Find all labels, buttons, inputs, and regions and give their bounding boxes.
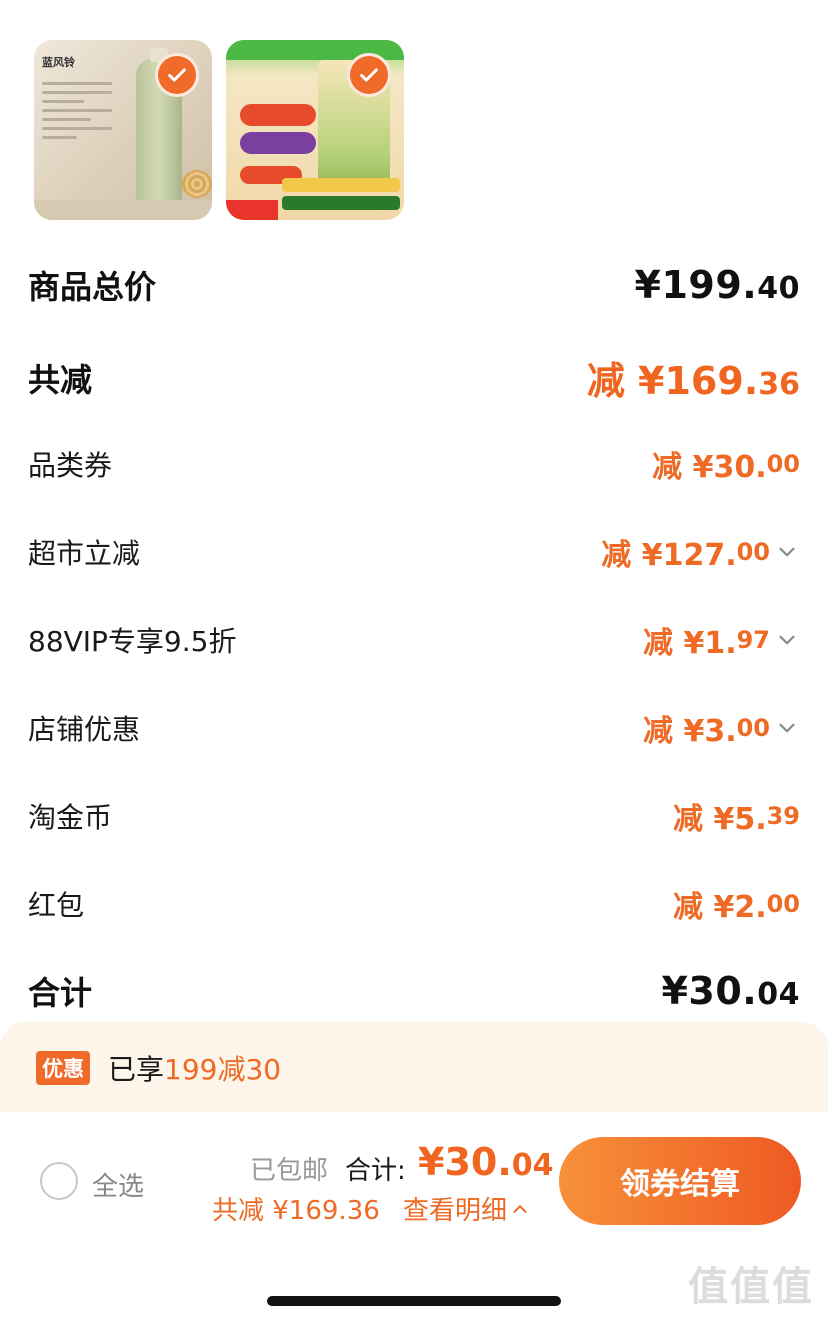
goods-total-value: ¥199.40 — [634, 263, 800, 307]
discount-row: 淘金币 减 ¥5. 39 — [28, 794, 800, 838]
discount-label: 店铺优惠 — [28, 713, 141, 746]
chevron-up-icon — [513, 1204, 527, 1213]
watermark-logo: 值值值 — [688, 1264, 814, 1310]
discount-row[interactable]: 店铺优惠 减 ¥3. 00 — [28, 706, 800, 750]
promo-strip-image — [282, 196, 400, 210]
discount-value: 减 ¥2. 00 — [673, 890, 800, 925]
checkmark-icon[interactable] — [347, 53, 391, 97]
product-brand: 蓝风铃 — [42, 56, 75, 69]
discount-row[interactable]: 88VIP专享9.5折 减 ¥1. 97 — [28, 618, 800, 662]
grand-total-row: 合计 ¥30.04 — [28, 968, 800, 1014]
discount-label: 淘金币 — [28, 801, 113, 834]
select-all-label[interactable]: 全选 — [92, 1166, 144, 1203]
goods-total-label: 商品总价 — [28, 268, 157, 306]
grand-total-value: ¥30.04 — [661, 969, 800, 1013]
home-indicator[interactable] — [267, 1296, 561, 1306]
promo-pill-image — [240, 104, 316, 126]
product-description-lines — [42, 76, 112, 145]
discount-label: 品类券 — [28, 449, 113, 482]
discount-value: 减 ¥5. 39 — [673, 802, 800, 837]
chevron-down-icon[interactable] — [774, 715, 800, 741]
bottom-checkout-bar: 全选 已包邮 合计: ¥30.04 共减 ¥169.36 查看明细 领券结算 值… — [0, 1112, 828, 1324]
shelf-image — [34, 200, 212, 220]
chevron-down-icon[interactable] — [774, 539, 800, 565]
saved-amount: 共减 ¥169.36 — [212, 1196, 380, 1226]
total-reduction-row: 共减 减 ¥169.36 — [28, 350, 800, 405]
product-thumbnail[interactable] — [226, 40, 404, 220]
discount-value: 减 ¥3. 00 — [643, 706, 800, 750]
discount-row: 红包 减 ¥2. 00 — [28, 882, 800, 926]
discount-value: 减 ¥127. 00 — [601, 530, 800, 574]
promo-pill-image — [240, 132, 316, 154]
total-reduction-label: 共减 — [28, 360, 93, 399]
goods-total-row: 商品总价 ¥199.40 — [28, 262, 800, 308]
chevron-down-icon[interactable] — [774, 627, 800, 653]
grand-total-label: 合计 — [28, 974, 93, 1012]
checkout-button[interactable]: 领券结算 — [559, 1137, 801, 1225]
select-all-radio[interactable] — [40, 1162, 78, 1200]
discount-label: 红包 — [28, 889, 85, 922]
discount-label: 88VIP专享9.5折 — [28, 625, 237, 658]
promo-banner: 优惠 已享199减30 — [0, 1022, 828, 1112]
total-reduction-value: 减 ¥169.36 — [586, 359, 800, 403]
discount-row: 品类券 减 ¥30. 00 — [28, 442, 800, 486]
bottom-total-value: ¥30.04 — [418, 1140, 554, 1184]
discount-value: 减 ¥1. 97 — [643, 618, 800, 662]
discount-value: 减 ¥30. 00 — [652, 450, 800, 485]
discount-label: 超市立减 — [28, 537, 141, 570]
discount-row[interactable]: 超市立减 减 ¥127. 00 — [28, 530, 800, 574]
checkmark-icon[interactable] — [155, 53, 199, 97]
shipping-status: 已包邮 — [250, 1156, 329, 1186]
promo-tag: 优惠 — [36, 1051, 90, 1085]
view-details-link[interactable]: 查看明细 — [403, 1190, 531, 1227]
promo-strip-image — [282, 178, 400, 192]
product-thumbnail[interactable]: 蓝风铃 — [34, 40, 212, 220]
product-thumbnails: 蓝风铃 — [34, 40, 404, 220]
pasta-image — [182, 170, 212, 198]
promo-text: 已享199减30 — [108, 1053, 282, 1086]
bottom-total-label: 合计: — [345, 1156, 406, 1186]
guarantee-badge-image — [226, 200, 278, 220]
